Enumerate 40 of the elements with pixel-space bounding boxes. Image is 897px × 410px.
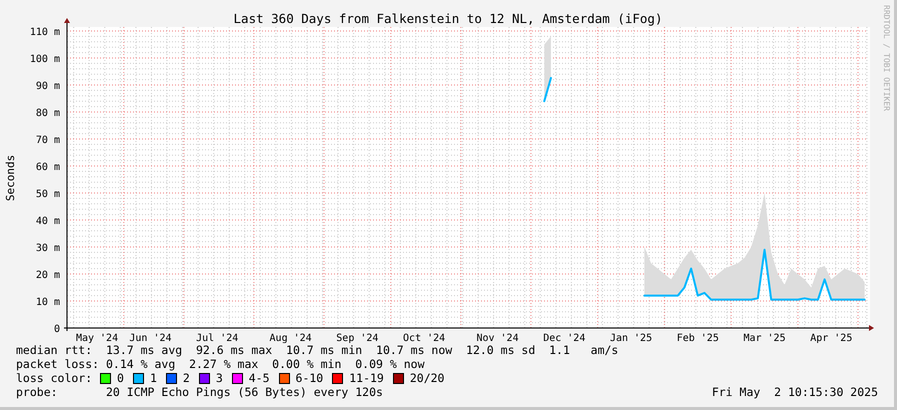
y-tick-label: 40 m [36, 216, 60, 227]
loss-color-text: 11-19 [349, 371, 384, 385]
loss-color-label: loss color: [16, 371, 94, 385]
loss-color-text: 1 [150, 371, 157, 385]
y-tick-label: 30 m [36, 243, 60, 254]
y-tick-label: 80 m [36, 108, 60, 119]
x-tick-label: May '24 [76, 333, 118, 343]
x-tick-label: Mar '25 [743, 333, 786, 343]
loss-color-text: 2 [182, 371, 190, 385]
x-tick-label: Sep '24 [336, 333, 378, 343]
loss-color-text: 4-5 [248, 371, 270, 385]
x-tick-label: Nov '24 [476, 333, 519, 343]
x-tick-label: Jul '24 [196, 333, 238, 343]
y-axis-title: Seconds [4, 154, 17, 202]
x-tick-label: Jun '24 [129, 333, 172, 343]
x-tick-label: Apr '25 [810, 333, 852, 343]
y-tick-label: 90 m [36, 81, 60, 92]
y-tick-label: 10 m [36, 297, 60, 308]
loss-color-text: 20/20 [410, 371, 444, 385]
y-tick-label: 60 m [36, 162, 60, 173]
y-tick-label: 50 m [36, 189, 60, 200]
x-tick-label: Oct '24 [403, 333, 446, 343]
probe-info: probe: 20 ICMP Echo Pings (56 Bytes) every 120s [16, 385, 383, 399]
y-tick-label: 20 m [36, 270, 60, 281]
packet-loss-stats: packet loss: 0.14 % avg 2.27 % max 0.00 % min 0.09 % now [16, 357, 426, 371]
y-tick-label: 70 m [36, 135, 60, 146]
loss-color-text: 0 [117, 371, 124, 385]
y-tick-label: 0 [54, 324, 60, 335]
chart-title: Last 360 Days from Falkenstein to 12 NL, Amsterdam (iFog) [234, 11, 662, 26]
y-tick-label: 100 m [30, 54, 60, 65]
loss-color-text: 3 [216, 371, 223, 385]
median-rtt-stats: median rtt: 13.7 ms avg 92.6 ms max 10.7 ms min 10.7 ms now 12.0 ms sd 1.1 am/s [16, 343, 620, 357]
y-tick-label: 110 m [30, 27, 60, 38]
x-tick-label: Jan '25 [610, 333, 652, 343]
side-caption: RRDTOOL / TOBI OETIKER [882, 5, 891, 111]
loss-color-text: 6-10 [296, 371, 324, 385]
x-tick-label: Dec '24 [543, 333, 586, 343]
x-tick-label: Aug '24 [270, 333, 312, 343]
x-tick-label: Feb '25 [676, 333, 719, 343]
timestamp: Fri May 2 10:15:30 2025 [712, 385, 878, 399]
